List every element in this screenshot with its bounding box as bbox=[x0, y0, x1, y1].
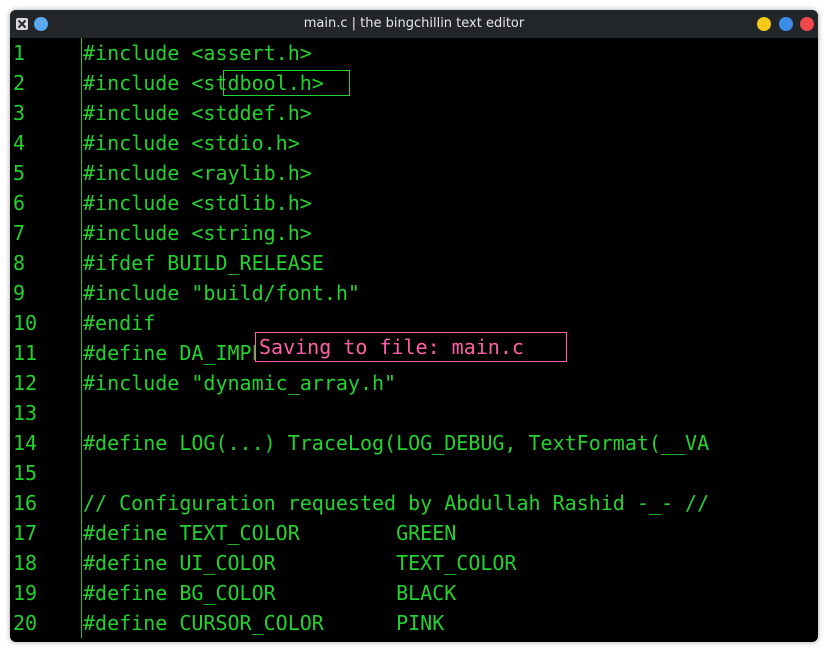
title-bar[interactable]: main.c | the bingchillin text editor bbox=[10, 10, 818, 38]
line-number: 12 bbox=[13, 371, 38, 395]
save-status-popup: Saving to file: main.c bbox=[255, 332, 567, 362]
line-number: 9 bbox=[13, 281, 26, 305]
window-title: main.c | the bingchillin text editor bbox=[303, 16, 525, 31]
line-text[interactable]: #include "build/font.h" bbox=[83, 278, 360, 308]
maximize-icon[interactable] bbox=[779, 17, 793, 31]
line-text[interactable]: #include <stddef.h> bbox=[83, 98, 312, 128]
line-text[interactable]: #define BG_COLOR BLACK bbox=[83, 578, 456, 608]
line-number: 5 bbox=[13, 161, 26, 185]
line-text[interactable]: #include <string.h> bbox=[83, 218, 312, 248]
line-text[interactable]: // Configuration requested by Abdullah R… bbox=[83, 488, 709, 518]
line-number: 18 bbox=[13, 551, 38, 575]
editor-window: main.c | the bingchillin text editor 1 #i… bbox=[10, 10, 818, 642]
line-number: 15 bbox=[13, 461, 38, 485]
line-number: 16 bbox=[13, 491, 38, 515]
line-text[interactable]: #define UI_COLOR TEXT_COLOR bbox=[83, 548, 516, 578]
text-cursor bbox=[223, 70, 350, 96]
line-number: 4 bbox=[13, 131, 26, 155]
line-number: 11 bbox=[13, 341, 38, 365]
close-icon[interactable] bbox=[800, 17, 814, 31]
line-text[interactable]: #include <stdlib.h> bbox=[83, 188, 312, 218]
line-text[interactable]: #define CURSOR_COLOR PINK bbox=[83, 608, 444, 638]
line-number: 7 bbox=[13, 221, 26, 245]
line-number: 2 bbox=[13, 71, 26, 95]
line-number: 17 bbox=[13, 521, 38, 545]
line-text[interactable]: #include "dynamic_array.h" bbox=[83, 368, 396, 398]
line-number: 10 bbox=[13, 311, 38, 335]
line-number: 13 bbox=[13, 401, 38, 425]
line-text[interactable]: #define LOG(...) TraceLog(LOG_DEBUG, Tex… bbox=[83, 428, 709, 458]
line-number: 14 bbox=[13, 431, 38, 455]
line-number: 19 bbox=[13, 581, 38, 605]
line-text[interactable]: #endif bbox=[83, 308, 155, 338]
text-area[interactable]: 1 #include <assert.h> 2 #include <stdbool.… bbox=[10, 38, 818, 642]
line-number: 20 bbox=[13, 611, 38, 635]
line-text[interactable]: #define TEXT_COLOR GREEN bbox=[83, 518, 456, 548]
line-text[interactable]: #include <stdio.h> bbox=[83, 128, 300, 158]
line-number: 1 bbox=[13, 41, 26, 65]
line-text[interactable]: #include <assert.h> bbox=[83, 38, 312, 68]
line-text[interactable]: #ifdef BUILD_RELEASE bbox=[83, 248, 324, 278]
line-text[interactable]: #include <raylib.h> bbox=[83, 158, 312, 188]
minimize-icon[interactable] bbox=[757, 17, 771, 31]
line-number: 6 bbox=[13, 191, 26, 215]
gutter-divider bbox=[81, 38, 82, 638]
line-number: 8 bbox=[13, 251, 26, 275]
line-number: 3 bbox=[13, 101, 26, 125]
